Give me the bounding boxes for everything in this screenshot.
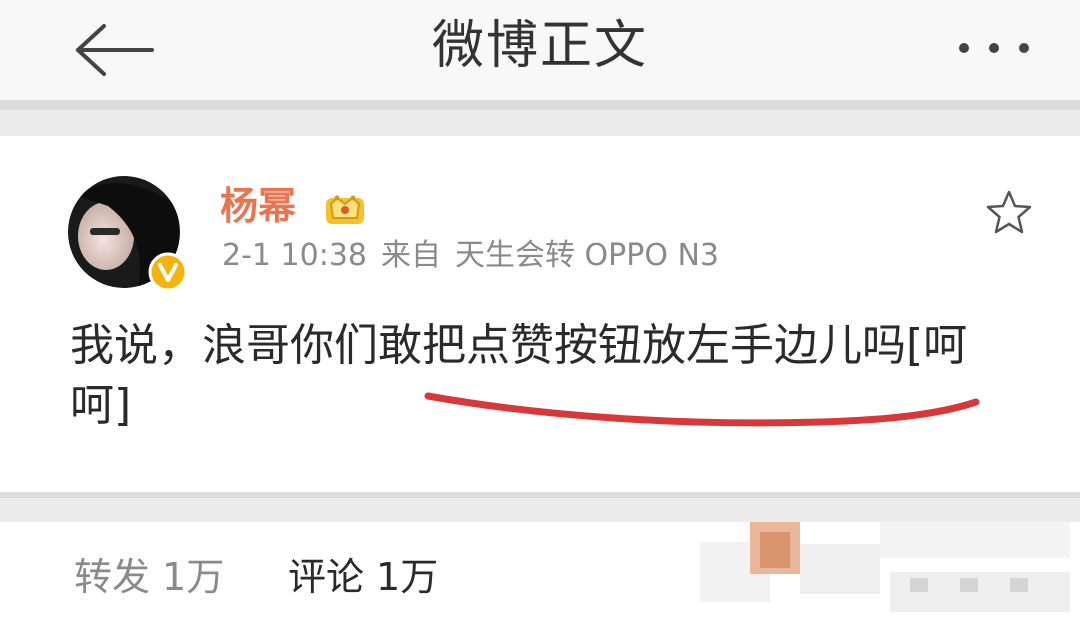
verified-badge (148, 252, 188, 292)
repost-tab[interactable]: 转发 1万 (74, 552, 224, 602)
crown-vip-icon (326, 195, 364, 224)
more-horizontal-icon (959, 43, 1029, 53)
separator (0, 100, 1080, 136)
comment-count: 1万 (376, 555, 439, 599)
top-navbar: 微博正文 (0, 0, 1080, 100)
weibo-post: 杨幂 2-1 10:38 来自 天生会转 OPPO N3 我说，浪哥你们敢把点赞按钮… (0, 136, 1080, 492)
more-button[interactable] (950, 20, 1040, 76)
post-time: 2-1 10:38 (222, 238, 367, 273)
stats-bar: 转发 1万 评论 1万 (0, 522, 1080, 624)
blurred-region (700, 522, 1070, 612)
comment-label: 评论 (288, 555, 365, 599)
star-outline-icon (986, 190, 1032, 234)
source-prefix: 来自 (381, 238, 441, 273)
verified-v-icon (148, 252, 188, 292)
author-name[interactable]: 杨幂 (220, 182, 296, 230)
comment-tab[interactable]: 评论 1万 (288, 552, 438, 602)
separator (0, 492, 1080, 522)
post-source[interactable]: 天生会转 OPPO N3 (455, 238, 719, 273)
red-underline-annotation (424, 392, 980, 427)
vip-badge[interactable] (322, 188, 368, 228)
page-title: 微博正文 (431, 16, 648, 76)
repost-count: 1万 (162, 555, 225, 599)
repost-label: 转发 (74, 555, 151, 599)
favorite-button[interactable] (984, 188, 1034, 238)
post-meta: 2-1 10:38 来自 天生会转 OPPO N3 (222, 236, 733, 276)
